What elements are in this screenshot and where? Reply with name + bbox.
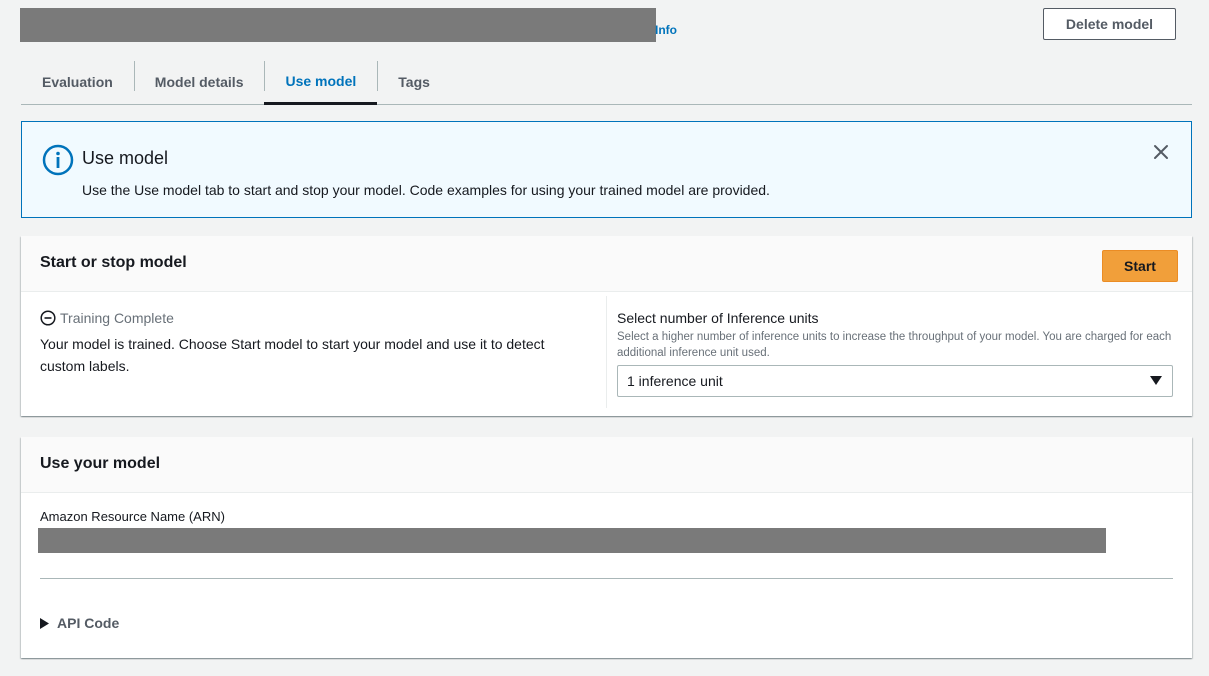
- api-code-expander[interactable]: API Code: [40, 615, 119, 631]
- panel-title: Start or stop model: [40, 254, 187, 271]
- panel-title: Use your model: [40, 455, 161, 472]
- redacted-model-name: [20, 8, 656, 42]
- inference-units-value: 1 inference unit: [627, 373, 723, 389]
- info-icon: [42, 144, 74, 181]
- tab-model-details[interactable]: Model details: [133, 60, 265, 104]
- caret-down-icon: [1150, 376, 1162, 385]
- api-code-label: API Code: [57, 615, 120, 631]
- close-icon[interactable]: [1151, 142, 1171, 162]
- tab-bar: Evaluation Model details Use model Tags: [21, 60, 1192, 105]
- info-link[interactable]: Info: [655, 23, 677, 37]
- minus-circle-icon: [40, 310, 56, 326]
- inference-units-label: Select number of Inference units: [617, 310, 819, 326]
- panel-header: Use your model: [21, 437, 1192, 493]
- inference-units-column: Select number of Inference units Select …: [617, 310, 1173, 397]
- page: Info Delete model Evaluation Model detai…: [0, 0, 1209, 676]
- delete-model-button[interactable]: Delete model: [1043, 8, 1176, 40]
- flash-title: Use model: [82, 148, 169, 168]
- info-flash: Use model Use the Use model tab to start…: [21, 121, 1192, 218]
- arn-label: Amazon Resource Name (ARN): [40, 509, 225, 524]
- tab-tags[interactable]: Tags: [377, 60, 451, 104]
- panel-header: Start or stop model Start: [21, 236, 1192, 292]
- status-text: Training Complete: [60, 310, 174, 326]
- start-button[interactable]: Start: [1102, 250, 1178, 282]
- inference-units-select[interactable]: 1 inference unit: [617, 365, 1173, 397]
- status-description: Your model is trained. Choose Start mode…: [40, 336, 545, 374]
- tab-evaluation[interactable]: Evaluation: [21, 60, 134, 104]
- tab-use-model[interactable]: Use model: [264, 60, 378, 105]
- status-column: Training Complete Your model is trained.…: [40, 310, 590, 377]
- status-indicator: Training Complete: [40, 310, 590, 326]
- column-divider: [606, 296, 607, 408]
- inference-units-description: Select a higher number of inference unit…: [617, 331, 1172, 359]
- use-your-model-panel: Use your model Amazon Resource Name (ARN…: [21, 437, 1192, 658]
- divider: [40, 578, 1173, 579]
- flash-message: Use the Use model tab to start and stop …: [82, 182, 770, 198]
- start-stop-model-panel: Start or stop model Start Training Compl…: [21, 236, 1192, 416]
- redacted-arn-value: [38, 528, 1106, 553]
- caret-right-icon: [40, 617, 49, 629]
